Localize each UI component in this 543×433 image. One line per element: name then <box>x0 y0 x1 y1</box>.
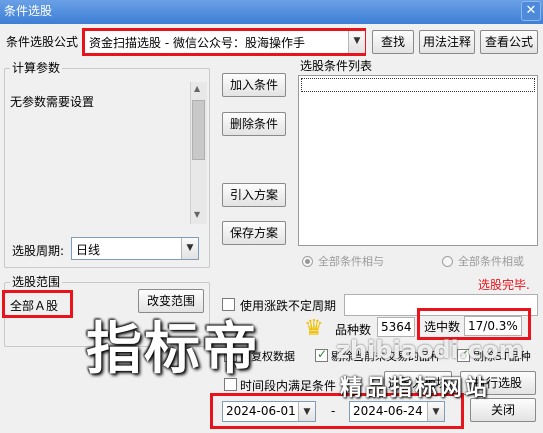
delete-condition-button[interactable]: 删除条件 <box>222 112 286 136</box>
watermark-slogan: 精品指标网站 <box>340 376 491 401</box>
all-or-radio[interactable] <box>442 256 453 267</box>
chevron-down-icon: ▼ <box>432 407 440 417</box>
start-date-dropdown[interactable]: ▼ <box>298 402 315 421</box>
crown-icon: ♛ <box>304 316 324 341</box>
chevron-down-icon: ▼ <box>353 36 361 46</box>
scroll-down-icon[interactable]: ▼ <box>194 210 200 219</box>
indefinite-period-checkbox[interactable] <box>222 298 235 311</box>
params-group-label: 计算参数 <box>10 61 63 75</box>
period-value: 日线 <box>76 243 101 257</box>
chevron-down-icon: ▼ <box>186 243 194 253</box>
view-formula-button[interactable]: 查看公式 <box>480 30 538 54</box>
period-select[interactable]: 日线 ▼ <box>71 237 199 260</box>
formula-dropdown-button[interactable]: ▼ <box>348 31 365 53</box>
usage-notes-button[interactable]: 用法注释 <box>419 30 475 54</box>
scroll-up-icon[interactable]: ▲ <box>194 84 200 93</box>
species-count-field: 5364 <box>377 317 415 337</box>
close-window-button[interactable]: ✕ <box>521 1 541 21</box>
title-bar: 条件选股 <box>0 0 543 24</box>
all-or-label: 全部条件相或 <box>458 255 524 268</box>
selected-count-label: 选中数 <box>424 320 461 334</box>
close-icon: ✕ <box>525 3 537 18</box>
conditions-list[interactable] <box>298 75 538 246</box>
formula-label: 条件选股公式 <box>6 35 79 49</box>
scope-value: 全部Ａ股 <box>10 299 59 313</box>
formula-select[interactable]: 资金扫描选股 - 微信公众号：股海操作手 <box>82 28 366 56</box>
scope-value-box: 全部Ａ股 <box>2 290 73 318</box>
window-title: 条件选股 <box>4 4 53 18</box>
end-date-picker[interactable]: 2024-06-24 ▼ <box>349 401 445 422</box>
all-and-label: 全部条件相与 <box>318 255 384 268</box>
exclude-untraded-checkbox[interactable] <box>315 347 328 362</box>
change-scope-button[interactable]: 改变范围 <box>138 289 204 313</box>
params-scrollbar[interactable]: ▲ ▼ <box>190 82 207 224</box>
status-text: 选股完毕. <box>478 278 530 292</box>
selected-count-field: 17/0.3% <box>464 316 522 336</box>
period-dropdown-button[interactable]: ▼ <box>181 238 198 259</box>
end-date-value: 2024-06-24 <box>353 404 423 418</box>
date-separator: - <box>331 404 336 418</box>
indefinite-period-label: 使用涨跌不定周期 <box>240 299 337 313</box>
list-focus-row <box>301 78 535 92</box>
add-condition-button[interactable]: 加入条件 <box>222 73 286 97</box>
watermark-url: zhibiaodi.com <box>336 336 524 364</box>
chevron-down-icon: ▼ <box>303 407 311 417</box>
scope-group-label: 选股范围 <box>10 275 63 289</box>
import-scheme-button[interactable]: 引入方案 <box>222 183 286 207</box>
watermark-logo-text: 指标帝 <box>86 317 260 382</box>
start-date-value: 2024-06-01 <box>226 404 296 418</box>
period-label: 选股周期: <box>12 244 65 258</box>
all-and-radio[interactable] <box>302 256 313 267</box>
conditions-list-label: 选股条件列表 <box>300 59 373 73</box>
params-text: 无参数需要设置 <box>10 95 95 109</box>
find-button[interactable]: 查找 <box>372 30 414 54</box>
species-count-value: 5364 <box>381 320 412 334</box>
scroll-thumb[interactable] <box>192 100 205 160</box>
start-date-picker[interactable]: 2024-06-01 ▼ <box>222 401 316 422</box>
end-date-dropdown[interactable]: ▼ <box>427 402 444 421</box>
save-scheme-button[interactable]: 保存方案 <box>222 221 286 245</box>
formula-value: 资金扫描选股 - 微信公众号：股海操作手 <box>89 36 305 50</box>
selected-count-value: 17/0.3% <box>468 319 518 333</box>
